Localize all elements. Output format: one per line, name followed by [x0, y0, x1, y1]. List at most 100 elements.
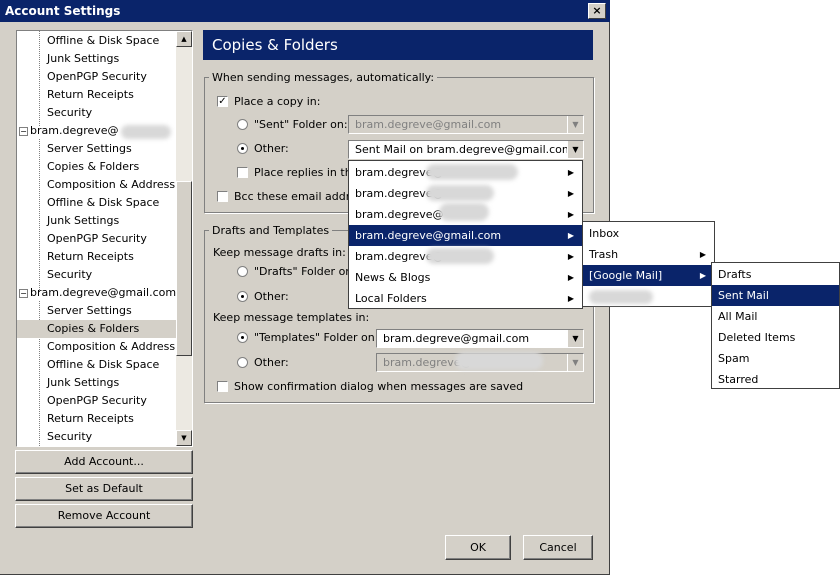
menu-google-mail[interactable]: [Google Mail] ▶ — [583, 265, 714, 286]
chevron-down-icon[interactable]: ▼ — [567, 330, 583, 347]
submenu-arrow-icon: ▶ — [699, 250, 706, 259]
redaction-blur — [121, 125, 171, 139]
tree-item-security[interactable]: Security — [47, 266, 92, 284]
templates-folder-radio[interactable] — [237, 332, 248, 343]
set-default-button[interactable]: Set as Default — [15, 477, 193, 501]
submenu-arrow-icon: ▶ — [567, 189, 574, 198]
redaction-blur — [426, 164, 518, 180]
folder-menu[interactable]: bram.degreve@ ▶ bram.degreve@ ▶ bram.degre… — [348, 160, 583, 309]
menu-inbox[interactable]: Inbox — [583, 223, 714, 244]
tree-account-gmail[interactable]: − bram.degreve@gmail.com — [19, 284, 176, 302]
submenu-arrow-icon: ▶ — [567, 168, 574, 177]
templates-folder-label: "Templates" Folder on: — [254, 331, 379, 344]
tree-item-server-settings[interactable]: Server Settings — [47, 140, 132, 158]
submenu-arrow-icon: ▶ — [567, 273, 574, 282]
place-copy-label: Place a copy in: — [234, 95, 321, 108]
tree-guide-line — [39, 139, 40, 292]
other-folder-radio[interactable] — [237, 143, 248, 154]
other-folder-value: Sent Mail on bram.degreve@gmail.com — [355, 143, 573, 156]
tree-item-openpgp[interactable]: OpenPGP Security — [47, 68, 147, 86]
templates-other-radio[interactable] — [237, 357, 248, 368]
tree-item-return-receipts[interactable]: Return Receipts — [47, 410, 134, 428]
menu-drafts[interactable]: Drafts — [712, 264, 839, 285]
remove-account-button[interactable]: Remove Account — [15, 504, 193, 528]
menu-item-label: News & Blogs — [355, 271, 431, 284]
menu-trash[interactable]: Trash ▶ — [583, 244, 714, 265]
tree-item-offline[interactable]: Offline & Disk Space — [47, 194, 159, 212]
tree-item-copies-folders[interactable]: Copies & Folders — [47, 158, 139, 176]
submenu-arrow-icon: ▶ — [567, 210, 574, 219]
account-tree[interactable]: Offline & Disk Space Junk Settings OpenP… — [16, 30, 193, 447]
scroll-thumb[interactable] — [176, 181, 192, 356]
other-folder-select[interactable]: Sent Mail on bram.degreve@gmail.com ▼ — [348, 140, 584, 159]
page-title: Copies & Folders — [203, 30, 593, 60]
add-account-button[interactable]: Add Account... — [15, 450, 193, 474]
tree-item-composition[interactable]: Composition & Addressing — [47, 176, 192, 194]
scroll-up-icon[interactable]: ▲ — [176, 31, 192, 47]
tree-item-composition[interactable]: Composition & Addressing — [47, 338, 192, 356]
menu-item-label: bram.degreve@ — [355, 208, 444, 221]
title-bar[interactable]: Account Settings × — [0, 0, 610, 22]
submenu-arrow-icon: ▶ — [567, 294, 574, 303]
menu-local-folders[interactable]: Local Folders ▶ — [349, 288, 582, 309]
menu-item-label: bram.degreve@gmail.com — [355, 229, 502, 242]
keep-templates-label: Keep message templates in: — [213, 311, 370, 324]
templates-other-label: Other: — [254, 356, 289, 369]
menu-news-blogs[interactable]: News & Blogs ▶ — [349, 267, 582, 288]
redaction-blur — [426, 185, 494, 201]
tree-item-openpgp[interactable]: OpenPGP Security — [47, 392, 147, 410]
other-folder-label: Other: — [254, 142, 289, 155]
menu-spam[interactable]: Spam — [712, 348, 839, 369]
menu-sent-mail[interactable]: Sent Mail — [712, 285, 839, 306]
place-copy-checkbox[interactable]: ✓ — [217, 96, 228, 107]
drafts-folder-radio[interactable] — [237, 266, 248, 277]
submenu-arrow-icon: ▶ — [567, 252, 574, 261]
templates-folder-value: bram.degreve@gmail.com — [383, 332, 530, 345]
menu-deleted-items[interactable]: Deleted Items — [712, 327, 839, 348]
sent-folder-label: "Sent" Folder on: — [254, 118, 348, 131]
tree-item-openpgp[interactable]: OpenPGP Security — [47, 230, 147, 248]
close-icon[interactable]: × — [588, 3, 606, 19]
tree-item-return-receipts[interactable]: Return Receipts — [47, 86, 134, 104]
tree-item-offline[interactable]: Offline & Disk Space — [47, 32, 159, 50]
redaction-blur — [426, 248, 494, 264]
submenu-arrow-icon: ▶ — [699, 271, 706, 280]
submenu-arrow-icon: ▶ — [567, 231, 574, 240]
bcc-checkbox[interactable] — [217, 191, 228, 202]
tree-account-1[interactable]: − bram.degreve@ — [19, 122, 119, 140]
ok-button[interactable]: OK — [445, 535, 511, 560]
templates-folder-select[interactable]: bram.degreve@gmail.com ▼ — [376, 329, 584, 348]
tree-item-security[interactable]: Security — [47, 104, 92, 122]
tree-item-offline[interactable]: Offline & Disk Space — [47, 356, 159, 374]
redaction-blur — [455, 352, 543, 370]
tree-item-server-settings[interactable]: Server Settings — [47, 302, 132, 320]
tree-scrollbar[interactable]: ▲ ▼ — [176, 31, 192, 446]
menu-all-mail[interactable]: All Mail — [712, 306, 839, 327]
drafts-folder-label: "Drafts" Folder on: — [254, 265, 356, 278]
sent-folder-radio[interactable] — [237, 119, 248, 130]
menu-starred[interactable]: Starred — [712, 369, 839, 390]
scroll-down-icon[interactable]: ▼ — [176, 430, 192, 446]
chevron-down-icon[interactable]: ▼ — [567, 141, 583, 158]
tree-item-return-receipts[interactable]: Return Receipts — [47, 248, 134, 266]
tree-item-junk[interactable]: Junk Settings — [47, 374, 119, 392]
collapse-icon[interactable]: − — [19, 288, 28, 298]
tree-item-security[interactable]: Security — [47, 428, 92, 446]
collapse-icon[interactable]: − — [19, 126, 28, 136]
menu-account-gmail[interactable]: bram.degreve@gmail.com ▶ — [349, 225, 582, 246]
cancel-button[interactable]: Cancel — [523, 535, 593, 560]
tree-item-junk[interactable]: Junk Settings — [47, 212, 119, 230]
sent-folder-select: bram.degreve@gmail.com ▼ — [348, 115, 584, 134]
show-confirm-checkbox[interactable] — [217, 381, 228, 392]
redaction-blur — [439, 203, 489, 221]
place-replies-checkbox[interactable] — [237, 167, 248, 178]
gmail-folder-submenu[interactable]: Inbox Trash ▶ [Google Mail] ▶ — [582, 221, 715, 307]
tree-item-copies-folders-selected[interactable]: Copies & Folders — [17, 320, 177, 338]
menu-item-label: Local Folders — [355, 292, 427, 305]
sent-folder-value: bram.degreve@gmail.com — [355, 118, 502, 131]
drafts-other-radio[interactable] — [237, 291, 248, 302]
menu-item-label: Trash — [589, 248, 619, 261]
drafts-other-label: Other: — [254, 290, 289, 303]
google-mail-submenu[interactable]: Drafts Sent Mail All Mail Deleted Items … — [711, 262, 840, 389]
tree-item-junk[interactable]: Junk Settings — [47, 50, 119, 68]
